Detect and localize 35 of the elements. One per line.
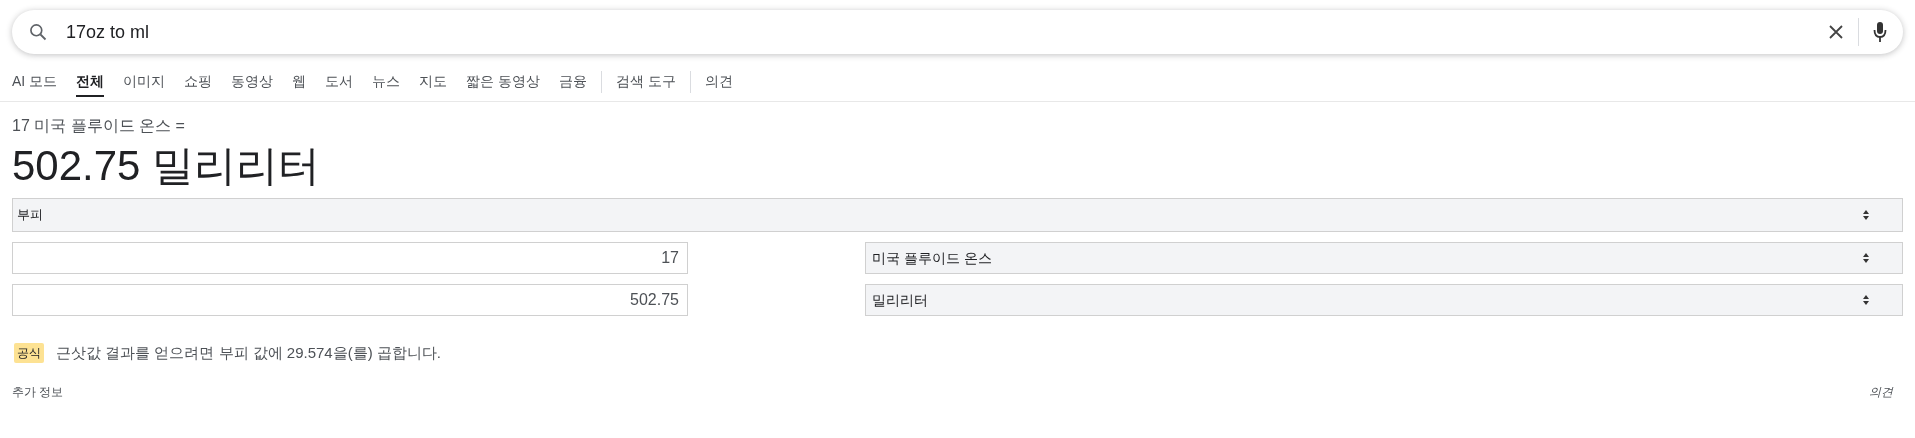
search-tab[interactable]: AI 모드 <box>12 66 58 97</box>
search-field[interactable]: 17oz to ml <box>66 18 1828 46</box>
search-tab[interactable]: 쇼핑 <box>184 66 213 97</box>
search-tab[interactable]: 금융 <box>559 66 587 97</box>
search-bar[interactable]: 17oz to ml <box>12 10 1903 54</box>
microphone-icon[interactable] <box>1873 21 1887 43</box>
unit-select[interactable]: 미국 플루이드 온스 <box>865 242 1903 274</box>
select-label: 밀리리터 <box>872 290 928 310</box>
search-icon <box>28 22 48 42</box>
conversion-question: 17 미국 플루이드 온스 = <box>12 116 186 136</box>
feedback-link[interactable]: 의견 <box>1869 382 1893 401</box>
tools-tab[interactable]: 검색 도구 <box>616 71 676 92</box>
search-tab[interactable]: 지도 <box>419 66 448 97</box>
conversion-result: 502.75 밀리리터 <box>12 141 322 191</box>
search-tab[interactable]: 짧은 동영상 <box>466 66 540 97</box>
more-info-label: 추가 정보 <box>12 383 64 401</box>
unit-select[interactable]: 밀리리터 <box>865 284 1903 316</box>
feedback-tab[interactable]: 의견 <box>704 71 733 92</box>
sort-arrows-icon <box>1862 252 1870 264</box>
formula-badge: 공식 <box>14 343 44 364</box>
category-select[interactable]: 부피 <box>12 198 1903 232</box>
search-tab[interactable]: 전체 <box>76 66 105 97</box>
sort-arrows-icon <box>1862 294 1870 306</box>
search-tab[interactable]: 동영상 <box>231 66 274 97</box>
close-icon[interactable] <box>1828 24 1844 40</box>
search-tab[interactable]: 뉴스 <box>372 66 401 97</box>
search-tab[interactable]: 이미지 <box>123 66 166 97</box>
sort-arrows-icon <box>1862 209 1870 221</box>
formula-text: 근삿값 결과를 얻으려면 부피 값에 29.574을(를) 곱합니다. <box>56 343 442 363</box>
value-field[interactable]: 17 <box>12 242 688 274</box>
select-label: 미국 플루이드 온스 <box>872 248 992 268</box>
search-tab[interactable]: 웹 <box>292 66 307 97</box>
select-label: 부피 <box>17 206 43 225</box>
value-field[interactable]: 502.75 <box>12 284 688 316</box>
search-tab[interactable]: 도서 <box>325 66 354 97</box>
